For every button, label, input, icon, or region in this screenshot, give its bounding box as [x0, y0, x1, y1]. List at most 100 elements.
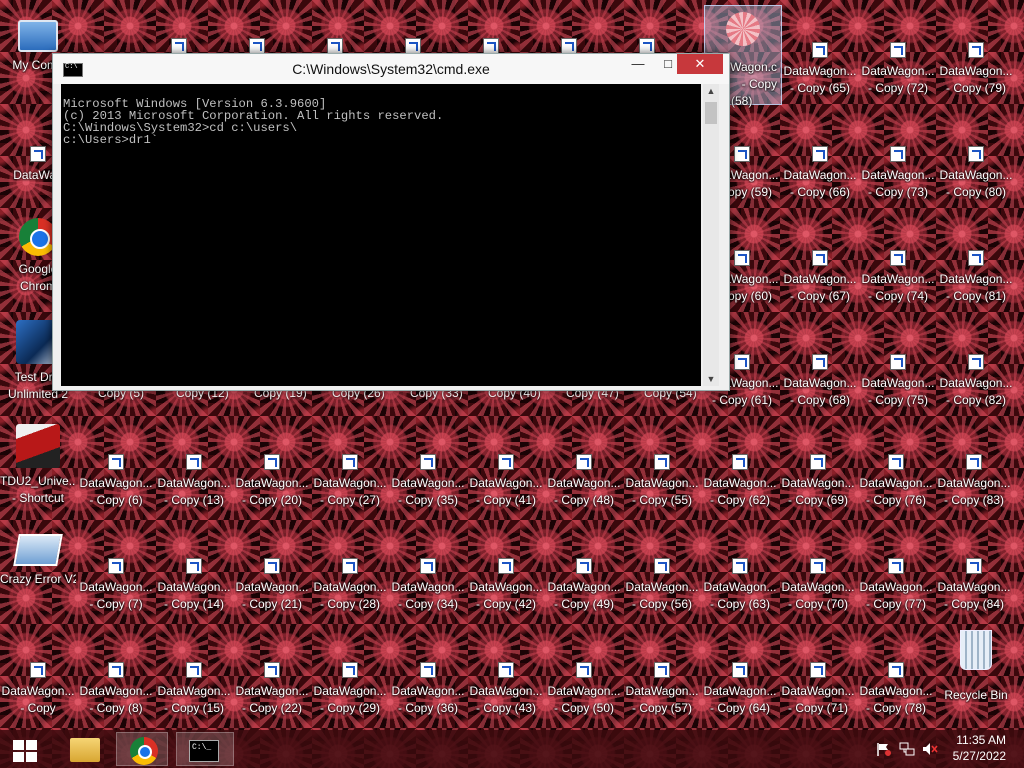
datawagon-copy-shortcut[interactable]: DataWagon... - Copy (13)	[156, 424, 232, 524]
taskbar-cmd[interactable]	[176, 732, 234, 766]
datawagon-copy-shortcut[interactable]: DataWagon... - Copy (77)	[858, 528, 934, 628]
datawagon-copy-shortcut[interactable]: DataWagon... - Copy (63)	[702, 528, 778, 628]
datawagon-copy-74-shortcut[interactable]: DataWagon... - Copy (74)	[860, 216, 936, 316]
recycle-bin[interactable]: Recycle Bin	[938, 624, 1014, 724]
shortcut-arrow-icon	[30, 146, 46, 162]
icon-label: DataWagon...	[703, 580, 777, 594]
icon-label: DataWagon...	[547, 476, 621, 490]
datawagon-copy-81-shortcut[interactable]: DataWagon... - Copy (81)	[938, 216, 1014, 316]
datawagon-copy-shortcut[interactable]: DataWagon... - Copy (42)	[468, 528, 544, 628]
datawagon-copy-shortcut[interactable]: DataWagon... - Copy (34)	[390, 528, 466, 628]
datawagon-copy-shortcut[interactable]: DataWagon... - Copy (6)	[78, 424, 154, 524]
datawagon-copy-80-shortcut[interactable]: DataWagon... - Copy (80)	[938, 112, 1014, 212]
icon-label: - Copy (69)	[787, 493, 849, 507]
datawagon-shortcut[interactable]	[375, 2, 451, 54]
datawagon-copy-shortcut[interactable]: DataWagon... - Copy (50)	[546, 632, 622, 732]
datawagon-copy-72-shortcut[interactable]: DataWagon... - Copy (72)	[860, 8, 936, 108]
shortcut-arrow-icon	[171, 38, 187, 54]
shortcut-arrow-icon	[812, 42, 828, 58]
icon-label: - Copy (77)	[865, 597, 927, 611]
icon-label: - Copy	[20, 701, 56, 715]
datawagon-copy-shortcut[interactable]: DataWagon... - Copy (20)	[234, 424, 310, 524]
datawagon-copy-73-shortcut[interactable]: DataWagon... - Copy (73)	[860, 112, 936, 212]
datawagon-copy-shortcut[interactable]: DataWagon... - Copy (21)	[234, 528, 310, 628]
close-button[interactable]: ✕	[677, 54, 723, 74]
datawagon-copy-shortcut[interactable]: DataWagon... - Copy (41)	[468, 424, 544, 524]
copy-number: (79)	[984, 81, 1007, 95]
datawagon-shortcut[interactable]	[453, 2, 529, 54]
datawagon-copy-66-shortcut[interactable]: DataWagon... - Copy (66)	[782, 112, 858, 212]
datawagon-copy-shortcut[interactable]: DataWagon... - Copy (27)	[312, 424, 388, 524]
datawagon-copy-shortcut[interactable]: DataWagon... - Copy (35)	[390, 424, 466, 524]
datawagon-copy-shortcut[interactable]: DataWagon... - Copy (22)	[234, 632, 310, 732]
datawagon-copy-shortcut[interactable]: DataWagon... - Copy (29)	[312, 632, 388, 732]
datawagon-copy-shortcut[interactable]: DataWagon... - Copy (70)	[780, 528, 856, 628]
shortcut-arrow-icon	[810, 558, 826, 574]
network-icon[interactable]	[899, 741, 915, 757]
tdu2-shortcut[interactable]: TDU2_Unive... - Shortcut	[0, 416, 76, 516]
shortcut-arrow-icon	[890, 42, 906, 58]
datawagon-copy-shortcut[interactable]: DataWagon... - Copy (76)	[858, 424, 934, 524]
datawagon-copy-shortcut[interactable]: DataWagon... - Copy (57)	[624, 632, 700, 732]
datawagon-copy-shortcut[interactable]: DataWagon... - Copy (69)	[780, 424, 856, 524]
datawagon-copy-shortcut[interactable]: DataWagon... - Copy (55)	[624, 424, 700, 524]
icon-label: - Copy (68)	[782, 393, 858, 408]
icon-label: DataWagon...	[937, 476, 1011, 490]
datawagon-copy-79-shortcut[interactable]: DataWagon... - Copy (79)	[938, 8, 1014, 108]
icon-label: Recycle Bin	[944, 688, 1008, 702]
datawagon-shortcut[interactable]	[609, 2, 685, 54]
icon-label: DataWagon...	[859, 476, 933, 490]
system-clock[interactable]: 11:35 AM 5/27/2022	[953, 732, 1006, 764]
shortcut-arrow-icon	[342, 662, 358, 678]
datawagon-copy-82-shortcut[interactable]: DataWagon... - Copy (82)	[938, 320, 1014, 420]
scroll-up-icon[interactable]: ▲	[703, 84, 719, 98]
crazy-error-shortcut[interactable]: Crazy Error V2	[0, 520, 76, 620]
vertical-scrollbar[interactable]: ▲ ▼	[703, 84, 719, 386]
datawagon-shortcut[interactable]	[141, 2, 217, 54]
datawagon-shortcut[interactable]	[219, 2, 295, 54]
start-button[interactable]	[0, 732, 52, 766]
cmd-window[interactable]: C:\Windows\System32\cmd.exe — □ ✕ Micros…	[52, 53, 730, 391]
datawagon-shortcut[interactable]	[531, 2, 607, 54]
action-center-flag-icon[interactable]	[876, 741, 892, 757]
datawagon-copy-68-shortcut[interactable]: DataWagon... - Copy (68)	[782, 320, 858, 420]
scroll-down-icon[interactable]: ▼	[703, 372, 719, 386]
datawagon-copy-shortcut[interactable]: DataWagon... - Copy (28)	[312, 528, 388, 628]
copy-prefix: - Copy	[867, 185, 904, 199]
datawagon-copy-shortcut[interactable]: DataWagon... - Copy (78)	[858, 632, 934, 732]
copy-number: (75)	[906, 393, 929, 407]
datawagon-copy-shortcut[interactable]: DataWagon... - Copy (71)	[780, 632, 856, 732]
taskbar-file-explorer[interactable]	[58, 732, 110, 766]
datawagon-copy-shortcut[interactable]: DataWagon... - Copy (43)	[468, 632, 544, 732]
title-bar[interactable]: C:\Windows\System32\cmd.exe — □ ✕	[53, 54, 729, 84]
shortcut-arrow-icon	[420, 558, 436, 574]
datawagon-copy-shortcut[interactable]: DataWagon... - Copy (15)	[156, 632, 232, 732]
taskbar-chrome[interactable]	[116, 732, 168, 766]
datawagon-copy-shortcut[interactable]: DataWagon... - Copy (14)	[156, 528, 232, 628]
console-output[interactable]: Microsoft Windows [Version 6.3.9600] (c) …	[61, 84, 701, 386]
datawagon-copy-shortcut[interactable]: DataWagon... - Copy (8)	[78, 632, 154, 732]
shortcut-arrow-icon	[186, 454, 202, 470]
copy-number: (81)	[984, 289, 1007, 303]
icon-label: DataWagon...	[781, 684, 855, 698]
datawagon-copy-65-shortcut[interactable]: DataWagon... - Copy (65)	[782, 8, 858, 108]
datawagon-copy-shortcut[interactable]: DataWagon... - Copy (7)	[78, 528, 154, 628]
datawagon-copy-shortcut[interactable]: DataWagon... - Copy (64)	[702, 632, 778, 732]
datawagon-copy-shortcut[interactable]: DataWagon... - Copy	[0, 624, 76, 724]
scroll-thumb[interactable]	[705, 102, 717, 124]
icon-label: DataWagon...	[703, 684, 777, 698]
datawagon-copy-shortcut[interactable]: DataWagon... - Copy (56)	[624, 528, 700, 628]
datawagon-copy-75-shortcut[interactable]: DataWagon... - Copy (75)	[860, 320, 936, 420]
datawagon-shortcut[interactable]	[297, 2, 373, 54]
datawagon-copy-shortcut[interactable]: DataWagon... - Copy (62)	[702, 424, 778, 524]
datawagon-copy-shortcut[interactable]: DataWagon... - Copy (36)	[390, 632, 466, 732]
volume-muted-icon[interactable]	[922, 741, 938, 757]
datawagon-copy-shortcut[interactable]: DataWagon... - Copy (48)	[546, 424, 622, 524]
datawagon-copy-shortcut[interactable]: DataWagon... - Copy (49)	[546, 528, 622, 628]
datawagon-copy-shortcut[interactable]: DataWagon... - Copy (84)	[936, 528, 1012, 628]
minimize-button[interactable]: —	[623, 54, 653, 74]
datawagon-copy-67-shortcut[interactable]: DataWagon... - Copy (67)	[782, 216, 858, 316]
shortcut-arrow-icon	[888, 558, 904, 574]
datawagon-copy-shortcut[interactable]: DataWagon... - Copy (83)	[936, 424, 1012, 524]
copy-prefix: - Copy	[945, 185, 982, 199]
